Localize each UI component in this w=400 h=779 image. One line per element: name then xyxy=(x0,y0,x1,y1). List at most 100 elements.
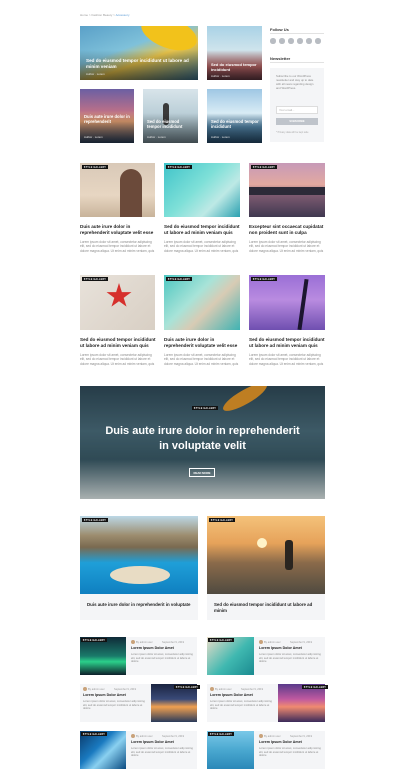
list-excerpt-2: Lorem ipsum dolor sit amet, consectetur … xyxy=(259,653,321,664)
grid-title-2[interactable]: Sed do eiusmod tempor incididunt ut labo… xyxy=(164,224,241,236)
hero-main-post[interactable]: Sed do eiusmod tempor incididunt ut labo… xyxy=(80,26,198,80)
category-badge[interactable]: STYLE GALLERY xyxy=(82,518,108,523)
category-badge[interactable]: STYLE GALLERY xyxy=(192,406,218,411)
pair-title-1[interactable]: Duis aute irure dolor in reprehenderit i… xyxy=(87,602,191,608)
grid-title-6[interactable]: Sed do eiusmod tempor incididunt ut labo… xyxy=(249,337,326,349)
hero-main-title[interactable]: Sed do eiusmod tempor incididunt ut labo… xyxy=(86,58,191,69)
list-title-1[interactable]: Lorem Ipsum Dolor Amet xyxy=(131,646,193,651)
list-excerpt-5: Lorem ipsum dolor sit amet, consectetur … xyxy=(131,747,193,758)
pair-image-1[interactable] xyxy=(80,516,198,594)
pair-image-2[interactable] xyxy=(207,516,325,594)
grid-excerpt-6: Lorem ipsum dolor sit amet, consectetur … xyxy=(249,353,324,366)
category-badge[interactable]: STYLE GALLERY xyxy=(166,277,192,282)
hero-bottom-title-3[interactable]: Sed do eiusmod tempor incididunt xyxy=(211,119,259,129)
list-date-1: September 9, 2019 xyxy=(162,641,185,644)
list-author-3[interactable]: By admin user xyxy=(88,688,105,691)
list-title-6[interactable]: Lorem Ipsum Dolor Amet xyxy=(259,740,321,745)
hero-top-right-meta: Author · Lorem xyxy=(211,74,230,78)
banner-title[interactable]: Duis aute irure dolor in reprehenderit i… xyxy=(105,424,300,454)
category-badge[interactable]: STYLE GALLERY xyxy=(81,732,107,737)
divider xyxy=(270,33,324,34)
grid-image-2[interactable] xyxy=(164,163,240,217)
list-title-4[interactable]: Lorem Ipsum Dolor Amet xyxy=(210,693,274,698)
follow-us-title: Follow Us xyxy=(270,27,289,32)
grid-image-5[interactable] xyxy=(164,275,240,330)
divider xyxy=(270,62,324,63)
subscribe-button[interactable]: SUBSCRIBE xyxy=(276,118,318,125)
grid-image-3[interactable] xyxy=(249,163,325,217)
grid-image-1[interactable] xyxy=(80,163,155,217)
read-more-button[interactable]: READ MORE xyxy=(189,468,215,477)
person-figure xyxy=(120,169,142,217)
hero-top-right-title[interactable]: Sed do eiusmod tempor incididunt xyxy=(211,62,259,72)
list-image-6[interactable] xyxy=(207,731,254,769)
youtube-icon[interactable] xyxy=(306,38,312,44)
breadcrumb-home[interactable]: Home xyxy=(80,13,88,17)
list-author-6[interactable]: By admin user xyxy=(264,735,281,738)
hero-bottom-post-3[interactable]: Sed do eiusmod tempor incididunt Author … xyxy=(207,89,262,143)
list-date-4: September 9, 2019 xyxy=(241,688,264,691)
avatar xyxy=(83,687,87,691)
category-badge[interactable]: STYLE GALLERY xyxy=(302,685,328,690)
category-badge[interactable]: STYLE GALLERY xyxy=(81,638,107,643)
banner-post[interactable]: STYLE GALLERY Duis aute irure dolor in r… xyxy=(80,386,325,499)
twitter-icon[interactable] xyxy=(279,38,285,44)
hero-bottom-post-2[interactable]: Sed do eiusmod tempor incididunt Author … xyxy=(143,89,198,143)
list-date-5: September 9, 2019 xyxy=(162,735,185,738)
hero-bottom-meta-3: Author · Lorem xyxy=(211,135,230,139)
newsletter-title: Newsletter xyxy=(270,56,291,61)
person-figure xyxy=(285,540,293,570)
list-author-2[interactable]: By admin user xyxy=(264,641,281,644)
avatar xyxy=(131,734,135,738)
avatar xyxy=(259,640,263,644)
list-image-3[interactable] xyxy=(151,684,197,722)
category-badge[interactable]: STYLE GALLERY xyxy=(208,732,234,737)
pinterest-icon[interactable] xyxy=(297,38,303,44)
grid-image-4[interactable] xyxy=(80,275,155,330)
breadcrumb-category[interactable]: Fashion Beauty xyxy=(91,13,112,17)
category-badge[interactable]: STYLE GALLERY xyxy=(251,165,277,170)
palm-tree-shape xyxy=(297,278,309,330)
hero-bottom-title-2[interactable]: Sed do eiusmod tempor incididunt xyxy=(147,119,193,129)
avatar xyxy=(259,734,263,738)
grid-title-1[interactable]: Duis aute irure dolor in reprehenderit v… xyxy=(80,224,156,236)
list-title-3[interactable]: Lorem Ipsum Dolor Amet xyxy=(83,693,147,698)
tree-line xyxy=(249,187,325,195)
hero-bottom-post-1[interactable]: Duis aute irure dolor in reprehenderit A… xyxy=(80,89,134,143)
list-image-1[interactable] xyxy=(80,637,126,675)
category-badge[interactable]: STYLE GALLERY xyxy=(174,685,200,690)
list-image-5[interactable] xyxy=(80,731,126,769)
list-image-4[interactable] xyxy=(278,684,325,722)
pair-title-2[interactable]: Sed do eiusmod tempor incididunt ut labo… xyxy=(214,602,318,614)
category-badge[interactable]: STYLE GALLERY xyxy=(208,638,234,643)
grid-image-6[interactable] xyxy=(249,275,325,330)
facebook-icon[interactable] xyxy=(270,38,276,44)
list-excerpt-3: Lorem ipsum dolor sit amet, consectetur … xyxy=(83,700,145,711)
linkedin-icon[interactable] xyxy=(315,38,321,44)
grid-title-3[interactable]: Excepteur sint occaecat cupidatat non pr… xyxy=(249,224,326,236)
list-excerpt-6: Lorem ipsum dolor sit amet, consectetur … xyxy=(259,747,321,758)
category-badge[interactable]: STYLE GALLERY xyxy=(251,277,277,282)
list-date-3: September 9, 2019 xyxy=(114,688,137,691)
category-badge[interactable]: STYLE GALLERY xyxy=(166,165,192,170)
list-image-2[interactable] xyxy=(207,637,254,675)
hero-top-right-post[interactable]: Sed do eiusmod tempor incididunt Author … xyxy=(207,26,262,80)
list-author-4[interactable]: By admin user xyxy=(215,688,232,691)
category-badge[interactable]: STYLE GALLERY xyxy=(82,277,108,282)
hero-bottom-title-1[interactable]: Duis aute irure dolor in reprehenderit xyxy=(84,114,130,124)
list-author-1[interactable]: By admin user xyxy=(136,641,153,644)
newsletter-text: Subscribe to our WordPress newsletter an… xyxy=(276,74,314,90)
grid-title-5[interactable]: Duis aute irure dolor in reprehenderit v… xyxy=(164,337,241,349)
grid-title-4[interactable]: Sed do eiusmod tempor incididunt ut labo… xyxy=(80,337,156,349)
instagram-icon[interactable] xyxy=(288,38,294,44)
newsletter-box: Subscribe to our WordPress newsletter an… xyxy=(270,68,324,142)
category-badge[interactable]: STYLE GALLERY xyxy=(209,518,235,523)
hero-main-meta: Author · Lorem xyxy=(86,72,105,76)
list-author-5[interactable]: By admin user xyxy=(136,735,153,738)
sun-shape xyxy=(257,538,267,548)
category-badge[interactable]: STYLE GALLERY xyxy=(82,165,108,170)
grid-excerpt-4: Lorem ipsum dolor sit amet, consectetur … xyxy=(80,353,155,366)
email-field[interactable]: Your email... xyxy=(276,106,318,114)
list-title-2[interactable]: Lorem Ipsum Dolor Amet xyxy=(259,646,321,651)
list-title-5[interactable]: Lorem Ipsum Dolor Amet xyxy=(131,740,193,745)
